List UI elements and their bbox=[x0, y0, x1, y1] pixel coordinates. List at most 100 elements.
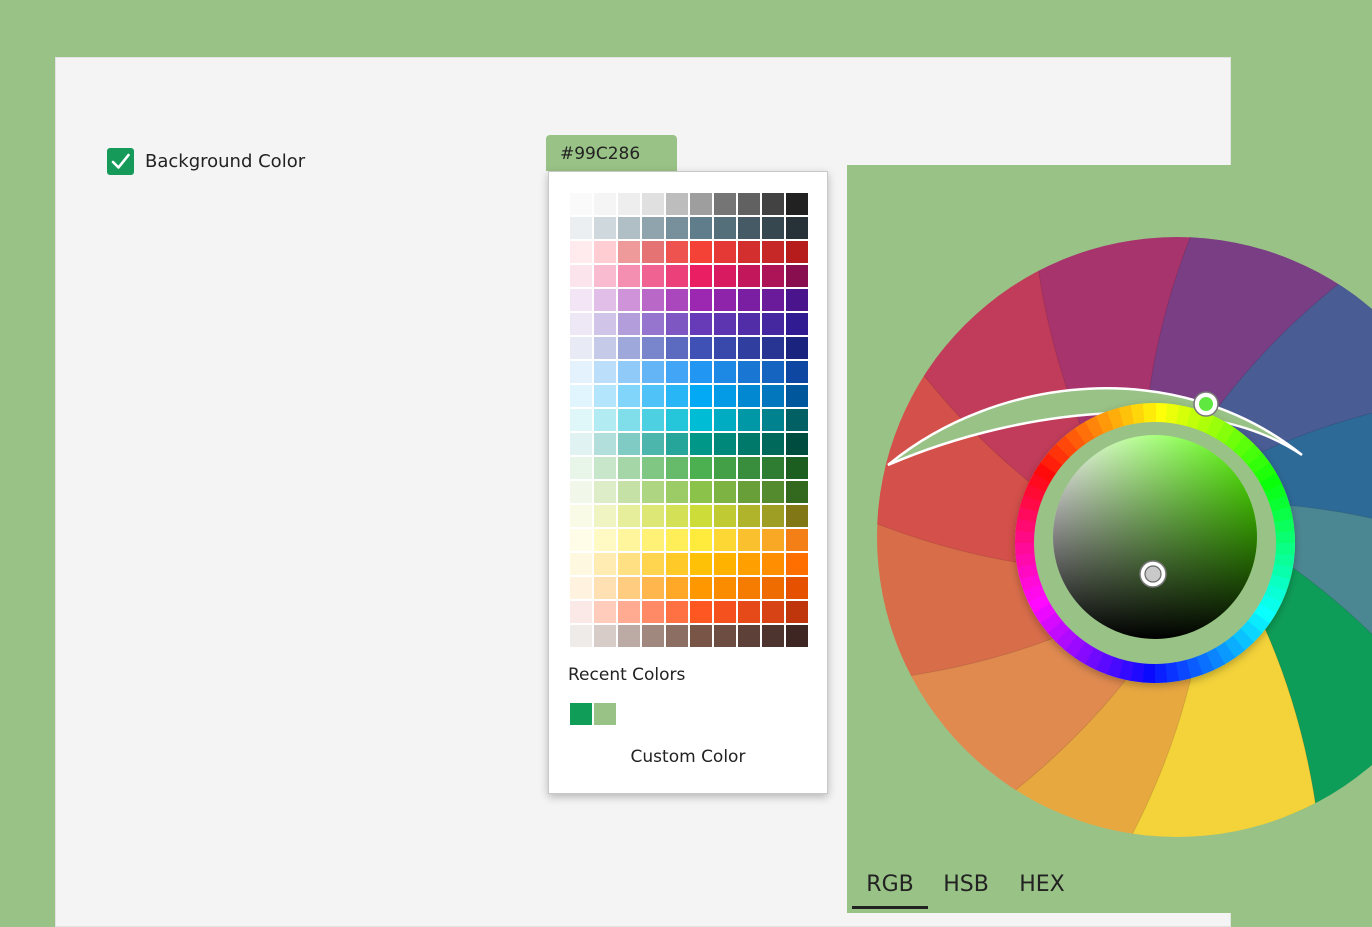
color-swatch[interactable] bbox=[761, 480, 785, 504]
color-swatch[interactable] bbox=[617, 216, 641, 240]
color-swatch[interactable] bbox=[665, 192, 689, 216]
saturation-value-handle[interactable] bbox=[1139, 560, 1167, 588]
color-swatch[interactable] bbox=[665, 240, 689, 264]
hue-ring-segment[interactable] bbox=[1015, 541, 1035, 556]
color-swatch[interactable] bbox=[641, 480, 665, 504]
color-swatch[interactable] bbox=[593, 336, 617, 360]
color-swatch[interactable] bbox=[785, 312, 809, 336]
color-swatch[interactable] bbox=[617, 432, 641, 456]
color-swatch[interactable] bbox=[713, 624, 737, 648]
color-swatch[interactable] bbox=[785, 360, 809, 384]
color-swatch[interactable] bbox=[665, 216, 689, 240]
color-swatch[interactable] bbox=[569, 384, 593, 408]
color-swatch[interactable] bbox=[737, 216, 761, 240]
color-swatch[interactable] bbox=[713, 360, 737, 384]
color-swatch[interactable] bbox=[713, 312, 737, 336]
current-color-hex-chip[interactable]: #99C286 bbox=[546, 135, 677, 171]
color-swatch[interactable] bbox=[761, 528, 785, 552]
color-swatch[interactable] bbox=[665, 264, 689, 288]
color-swatch[interactable] bbox=[689, 432, 713, 456]
hue-ring-segment[interactable] bbox=[1275, 530, 1295, 545]
color-swatch[interactable] bbox=[689, 312, 713, 336]
background-color-option[interactable]: Background Color bbox=[107, 148, 305, 175]
color-swatch[interactable] bbox=[593, 216, 617, 240]
color-swatch[interactable] bbox=[713, 456, 737, 480]
color-swatch[interactable] bbox=[785, 288, 809, 312]
recent-color-swatch[interactable] bbox=[593, 702, 617, 726]
color-swatch[interactable] bbox=[569, 192, 593, 216]
color-swatch[interactable] bbox=[761, 288, 785, 312]
color-swatch[interactable] bbox=[593, 552, 617, 576]
color-swatch[interactable] bbox=[617, 528, 641, 552]
color-swatch[interactable] bbox=[737, 264, 761, 288]
color-swatch[interactable] bbox=[713, 384, 737, 408]
color-swatch[interactable] bbox=[785, 456, 809, 480]
color-swatch[interactable] bbox=[569, 216, 593, 240]
color-swatch[interactable] bbox=[593, 432, 617, 456]
color-swatch[interactable] bbox=[785, 192, 809, 216]
color-swatch[interactable] bbox=[689, 600, 713, 624]
color-swatch[interactable] bbox=[737, 288, 761, 312]
color-swatch[interactable] bbox=[665, 504, 689, 528]
color-swatch[interactable] bbox=[641, 408, 665, 432]
color-swatch[interactable] bbox=[593, 408, 617, 432]
color-swatch[interactable] bbox=[641, 192, 665, 216]
color-swatch[interactable] bbox=[737, 576, 761, 600]
color-swatch[interactable] bbox=[713, 576, 737, 600]
color-swatch[interactable] bbox=[569, 624, 593, 648]
color-swatch[interactable] bbox=[593, 504, 617, 528]
color-swatch[interactable] bbox=[689, 504, 713, 528]
color-swatch[interactable] bbox=[665, 408, 689, 432]
color-swatch[interactable] bbox=[689, 480, 713, 504]
color-swatch[interactable] bbox=[617, 192, 641, 216]
color-swatch[interactable] bbox=[785, 408, 809, 432]
color-swatch[interactable] bbox=[689, 264, 713, 288]
color-swatch[interactable] bbox=[569, 504, 593, 528]
color-swatch[interactable] bbox=[737, 384, 761, 408]
color-swatch[interactable] bbox=[761, 192, 785, 216]
color-swatch[interactable] bbox=[713, 504, 737, 528]
color-swatch[interactable] bbox=[761, 624, 785, 648]
color-swatch[interactable] bbox=[785, 576, 809, 600]
color-swatch[interactable] bbox=[689, 576, 713, 600]
color-swatch[interactable] bbox=[569, 264, 593, 288]
color-swatch[interactable] bbox=[737, 504, 761, 528]
color-swatch[interactable] bbox=[761, 216, 785, 240]
color-swatch[interactable] bbox=[665, 480, 689, 504]
color-swatch[interactable] bbox=[785, 504, 809, 528]
color-swatch[interactable] bbox=[689, 216, 713, 240]
color-swatch[interactable] bbox=[593, 192, 617, 216]
color-swatch[interactable] bbox=[713, 480, 737, 504]
color-swatch[interactable] bbox=[569, 552, 593, 576]
color-swatch[interactable] bbox=[761, 552, 785, 576]
color-swatch[interactable] bbox=[713, 408, 737, 432]
color-swatch[interactable] bbox=[689, 360, 713, 384]
color-swatch[interactable] bbox=[689, 552, 713, 576]
color-swatch[interactable] bbox=[689, 288, 713, 312]
color-swatch[interactable] bbox=[593, 288, 617, 312]
color-swatch[interactable] bbox=[569, 288, 593, 312]
recent-color-swatch[interactable] bbox=[569, 702, 593, 726]
color-swatch[interactable] bbox=[689, 336, 713, 360]
color-swatch[interactable] bbox=[689, 384, 713, 408]
color-swatch[interactable] bbox=[641, 384, 665, 408]
hue-ring-segment[interactable] bbox=[1153, 663, 1168, 684]
tab-hsb[interactable]: HSB bbox=[928, 863, 1004, 909]
color-swatch[interactable] bbox=[569, 408, 593, 432]
color-swatch[interactable] bbox=[785, 600, 809, 624]
color-swatch[interactable] bbox=[737, 192, 761, 216]
color-swatch[interactable] bbox=[593, 456, 617, 480]
color-swatch[interactable] bbox=[617, 360, 641, 384]
color-swatch[interactable] bbox=[761, 408, 785, 432]
color-swatch[interactable] bbox=[617, 456, 641, 480]
color-swatch[interactable] bbox=[665, 600, 689, 624]
color-swatch[interactable] bbox=[665, 624, 689, 648]
hue-ring-segment[interactable] bbox=[1142, 403, 1157, 423]
color-swatch[interactable] bbox=[617, 288, 641, 312]
color-swatch[interactable] bbox=[641, 528, 665, 552]
color-swatch[interactable] bbox=[785, 216, 809, 240]
color-swatch[interactable] bbox=[761, 432, 785, 456]
color-swatch[interactable] bbox=[593, 576, 617, 600]
color-swatch[interactable] bbox=[617, 240, 641, 264]
color-swatch[interactable] bbox=[689, 240, 713, 264]
